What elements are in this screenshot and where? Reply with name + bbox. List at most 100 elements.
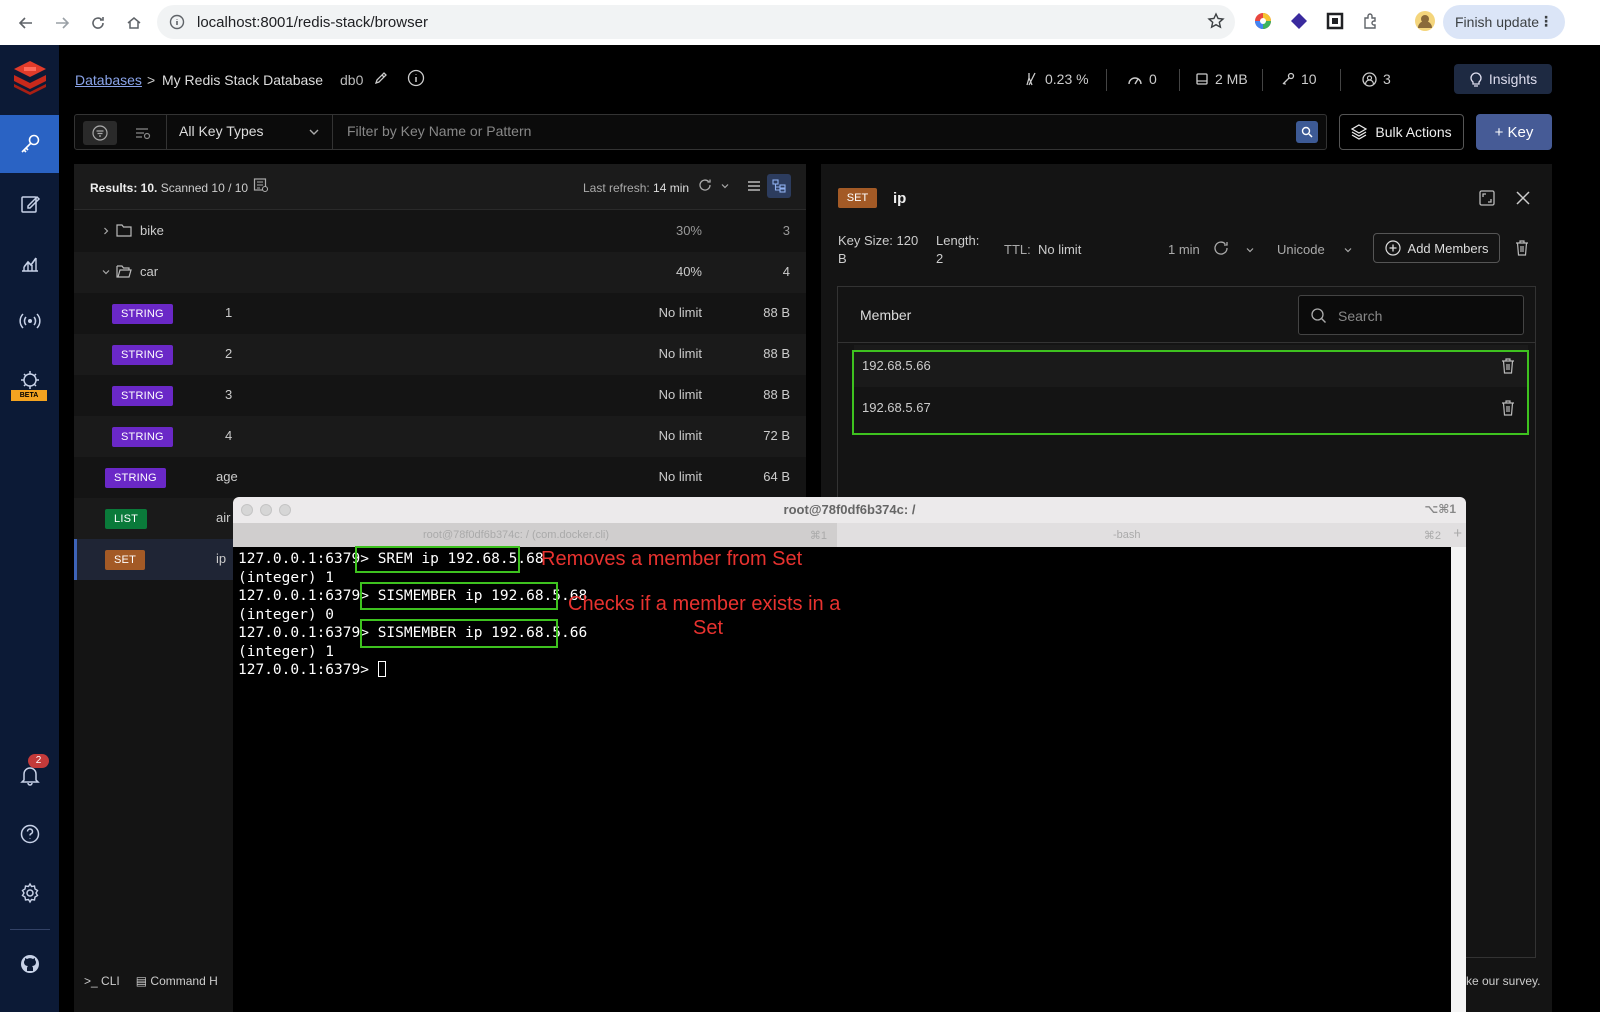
- tree-view-icon[interactable]: [767, 174, 791, 198]
- terminal-tab-docker[interactable]: root@78f0df6b374c: / (com.docker.cli) ⌘1: [233, 523, 837, 547]
- color-picker-extension-icon[interactable]: [1250, 8, 1276, 34]
- nav-divider: [10, 929, 50, 930]
- bulk-actions-button[interactable]: Bulk Actions: [1339, 114, 1464, 150]
- length-info: Length: 2: [936, 233, 980, 266]
- nav-github-icon[interactable]: [0, 935, 59, 993]
- chevron-down-icon[interactable]: [101, 267, 111, 277]
- reload-icon[interactable]: [80, 5, 116, 41]
- key-row[interactable]: STRING 1 No limit 88 B: [74, 293, 806, 334]
- new-tab-plus-icon[interactable]: +: [1453, 525, 1462, 542]
- terminal-title: root@78f0df6b374c: /: [783, 502, 916, 517]
- finish-update-button[interactable]: Finish update ⋮: [1443, 5, 1565, 39]
- auto-refresh-chevron-icon[interactable]: [720, 181, 730, 191]
- folder-row-car[interactable]: car 40% 4: [74, 252, 806, 293]
- key-ttl: No limit: [658, 305, 702, 320]
- diamond-extension-icon[interactable]: [1286, 8, 1312, 34]
- cli-button[interactable]: >_ CLI: [84, 974, 120, 988]
- terminal-cursor: [377, 661, 386, 677]
- annotation-sismember-line1: Checks if a member exists in a: [568, 593, 841, 615]
- nav-browser-key-icon[interactable]: [0, 115, 59, 173]
- lightbulb-icon: [1470, 72, 1482, 87]
- ttl-info[interactable]: TTL: No limit: [1004, 241, 1081, 259]
- bottom-bar: >_ CLI ▤ Command H: [74, 970, 234, 992]
- bookmark-star-icon[interactable]: [1207, 12, 1225, 30]
- insights-button[interactable]: Insights: [1454, 64, 1552, 94]
- nav-settings-gear-icon[interactable]: [0, 864, 59, 922]
- notification-count-badge: 2: [28, 754, 49, 768]
- layers-icon: [1351, 124, 1368, 140]
- filter-mode-search-icon[interactable]: [125, 121, 159, 145]
- key-ttl: No limit: [658, 428, 702, 443]
- add-key-button[interactable]: + Key: [1476, 114, 1552, 150]
- key-row[interactable]: STRING 2 No limit 88 B: [74, 334, 806, 375]
- forward-icon[interactable]: [44, 5, 80, 41]
- memory-stat: 2 MB: [1195, 71, 1248, 87]
- breadcrumb-separator: >: [147, 72, 156, 88]
- search-icon: [1310, 307, 1328, 325]
- key-row[interactable]: STRING 4 No limit 72 B: [74, 416, 806, 457]
- info-icon[interactable]: [407, 69, 425, 87]
- key-name: age: [216, 469, 238, 484]
- key-ttl: No limit: [658, 346, 702, 361]
- chevron-down-icon[interactable]: [1343, 245, 1353, 255]
- delete-key-trash-icon[interactable]: [1514, 239, 1530, 257]
- annotation-srem: Removes a member from Set: [541, 548, 803, 570]
- scan-more-icon[interactable]: [253, 177, 269, 193]
- auto-refresh-chevron-icon[interactable]: [1245, 245, 1255, 255]
- format-select[interactable]: Unicode: [1277, 241, 1325, 259]
- filter-mode-pattern-icon[interactable]: [83, 121, 117, 145]
- chevron-down-icon[interactable]: [308, 126, 320, 138]
- fullscreen-icon[interactable]: [1478, 189, 1496, 207]
- nav-workbench-icon[interactable]: [0, 175, 59, 233]
- url-text[interactable]: localhost:8001/redis-stack/browser: [197, 14, 428, 31]
- nav-help-icon[interactable]: [0, 805, 59, 863]
- last-refresh: Last refresh: 14 min: [583, 181, 690, 195]
- edit-pencil-icon[interactable]: [373, 70, 389, 86]
- key-type-badge: SET: [105, 550, 145, 570]
- refresh-icon[interactable]: [698, 178, 712, 192]
- key-row[interactable]: STRING age No limit 64 B: [74, 457, 806, 498]
- chevron-right-icon[interactable]: [101, 226, 111, 236]
- folder-percent: 40%: [675, 264, 702, 279]
- terminal-window: root@78f0df6b374c: / ⌥⌘1 root@78f0df6b37…: [233, 497, 1466, 1012]
- site-info-icon[interactable]: [167, 12, 187, 32]
- terminal-scrollbar[interactable]: [1451, 547, 1466, 1012]
- window-extension-icon[interactable]: [1322, 8, 1348, 34]
- browser-toolbar: localhost:8001/redis-stack/browser Finis…: [0, 0, 1600, 45]
- list-view-icon[interactable]: [747, 179, 761, 193]
- back-icon[interactable]: [8, 5, 44, 41]
- search-icon[interactable]: [1296, 121, 1318, 143]
- key-size: 88 B: [763, 305, 790, 320]
- beta-badge: BETA: [11, 390, 47, 401]
- folder-row-bike[interactable]: bike 30% 3: [74, 211, 806, 252]
- puzzle-extensions-icon[interactable]: [1358, 8, 1384, 34]
- add-members-button[interactable]: Add Members: [1373, 233, 1500, 263]
- key-row[interactable]: STRING 3 No limit 88 B: [74, 375, 806, 416]
- profile-avatar-icon[interactable]: [1412, 8, 1438, 34]
- key-size: 64 B: [763, 469, 790, 484]
- survey-link[interactable]: ke our survey.: [1466, 974, 1540, 988]
- memory-icon: [1196, 73, 1208, 85]
- command-helper-button[interactable]: ▤ Command H: [136, 974, 218, 988]
- key-type-select[interactable]: All Key Types: [179, 123, 264, 139]
- terminal-tabs: root@78f0df6b374c: / (com.docker.cli) ⌘1…: [233, 523, 1466, 547]
- key-filter-bar: All Key Types Filter by Key Name or Patt…: [74, 114, 1327, 150]
- key-name-title[interactable]: ip: [893, 190, 906, 207]
- nav-pubsub-icon[interactable]: [0, 292, 59, 350]
- column-header-member: Member: [860, 307, 912, 323]
- nav-analysis-icon[interactable]: [0, 234, 59, 292]
- key-type-badge: STRING: [105, 468, 166, 488]
- key-name: air: [216, 510, 231, 525]
- filter-key-input[interactable]: Filter by Key Name or Pattern: [347, 123, 531, 139]
- key-type-badge: LIST: [105, 509, 148, 529]
- close-icon[interactable]: [1515, 190, 1531, 206]
- member-search-input[interactable]: Search: [1298, 295, 1524, 335]
- breadcrumb-databases-link[interactable]: Databases: [75, 72, 142, 88]
- address-bar[interactable]: localhost:8001/redis-stack/browser: [157, 5, 1235, 39]
- refresh-icon[interactable]: [1213, 240, 1229, 256]
- key-ttl: No limit: [658, 387, 702, 402]
- sismember-highlight-box-1: [360, 582, 558, 610]
- redis-logo-icon[interactable]: [10, 57, 50, 97]
- terminal-tab-bash[interactable]: -bash ⌘2: [837, 523, 1447, 547]
- home-icon[interactable]: [116, 5, 152, 41]
